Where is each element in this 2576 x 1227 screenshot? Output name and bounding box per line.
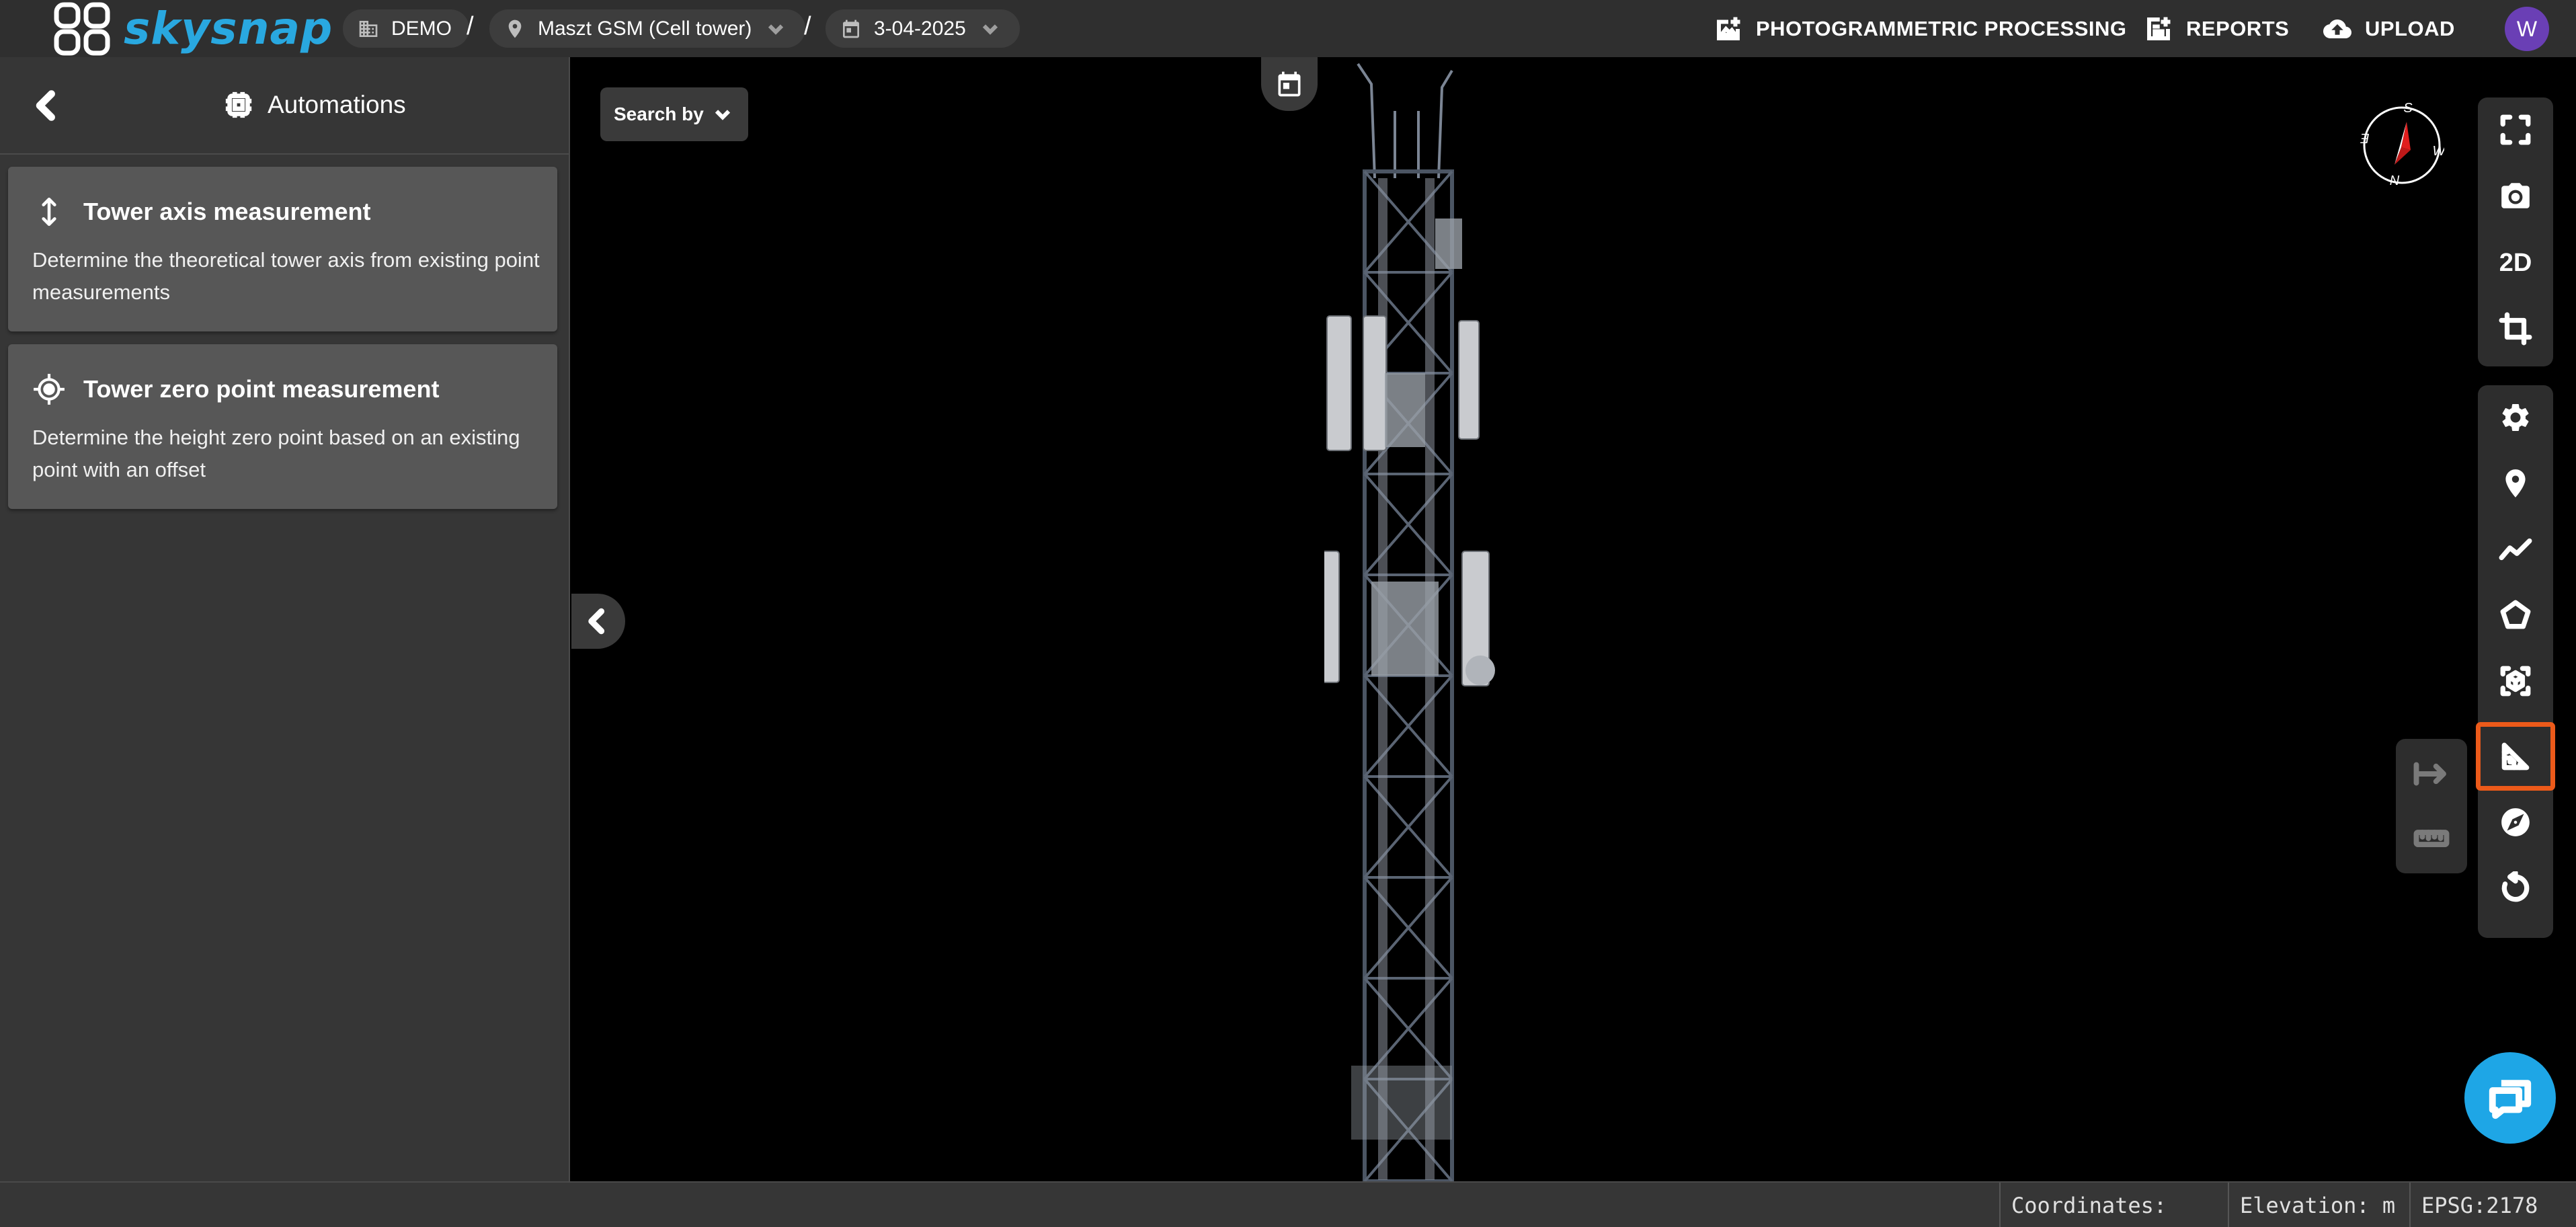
photogrammetric-processing-button[interactable]: PHOTOGRAMMETRIC PROCESSING [1714,0,2127,57]
breadcrumb-date-label: 3-04-2025 [874,17,966,40]
automation-card-zero-point[interactable]: Tower zero point measurement Determine t… [8,344,557,509]
compass-n: N [2390,173,2400,188]
panel-title: Automations [223,89,406,120]
chevron-down-icon [982,24,998,35]
breadcrumb-date[interactable]: 3-04-2025 [826,9,1020,48]
image-add-icon [1717,17,1740,40]
logo-mark-icon [54,2,110,55]
back-button[interactable] [30,88,65,123]
measurement-tool-button[interactable] [2476,722,2555,791]
panel-header: Automations [0,57,569,155]
cell-tower-point-cloud [1324,63,1495,1181]
polygon-icon [2500,600,2531,629]
compass-w: W [2433,144,2444,159]
timeline-calendar-button[interactable] [1261,57,1318,111]
volume-tool-button[interactable] [2478,649,2553,713]
search-by-label: Search by [614,104,704,124]
status-bar: Coordinates: Elevation: m EPSG:2178 [0,1181,2576,1227]
view-toolbar: 2D [2478,97,2553,366]
reports-button[interactable]: REPORTS [2144,0,2289,57]
calendar-icon [1278,71,1301,97]
polygon-tool-button[interactable] [2478,583,2553,647]
crosshair-icon [34,374,65,405]
camera-icon [2501,183,2530,208]
chat-support-button[interactable] [2464,1052,2556,1144]
reset-rotation-icon [2501,871,2530,902]
vertical-arrows-icon [42,197,56,227]
automations-panel: Automations Tower axis measurement Deter… [0,57,570,1181]
search-by-dropdown[interactable]: Search by [600,87,748,141]
calendar-icon [843,19,859,38]
point-tool-button[interactable] [2478,451,2553,516]
brand-name: skysnap [124,3,333,54]
map-pin-icon [508,19,522,38]
top-bar: skysnap DEMO / Maszt GSM (Cell tower) / … [0,0,2576,57]
elevation-readout: Elevation: m [2228,1183,2409,1227]
compass-widget[interactable]: S N E W [2360,103,2444,188]
2d-label: 2D [2499,248,2532,277]
reset-rotation-button[interactable] [2478,856,2553,920]
panel-title-label: Automations [268,91,406,118]
navigation-button[interactable] [2478,790,2553,855]
reports-label: REPORTS [2186,16,2290,40]
building-icon [359,20,378,37]
cube-icon [2500,666,2531,697]
card-title-label: Tower axis measurement [83,198,371,225]
compass-s: S [2403,103,2413,116]
card-title-label: Tower zero point measurement [83,375,440,403]
map-pin-icon [2505,469,2526,498]
chip-icon [225,91,252,118]
chevron-down-icon [768,24,784,35]
chevron-left-icon [36,90,55,121]
set-square-icon [2501,742,2530,770]
compass-icon [2501,808,2530,836]
breadcrumb-separator: / [467,12,474,40]
crop-icon [2499,312,2532,346]
chevron-left-icon [588,608,605,635]
measure-toolbar [2476,385,2555,938]
gear-icon [2502,404,2529,431]
settings-button[interactable] [2478,385,2553,450]
cloud-upload-icon [2323,19,2351,38]
3d-viewer[interactable]: Search by S N E W 2D [571,57,2576,1181]
crop-button[interactable] [2478,296,2553,361]
upload-button[interactable]: UPLOAD [2323,0,2455,57]
upload-label: UPLOAD [2365,16,2455,40]
collapse-panel-button[interactable] [571,594,625,649]
screenshot-button[interactable] [2478,163,2553,228]
chevron-down-icon [715,110,730,120]
measurement-subtools [2396,739,2467,873]
epsg-readout: EPSG:2178 [2409,1183,2576,1227]
breadcrumb-organization[interactable]: DEMO [343,9,469,48]
card-description: Determine the theoretical tower axis fro… [32,248,540,304]
report-icon [2147,17,2171,40]
card-title: Tower axis measurement [32,195,371,229]
ruler-icon [2413,830,2450,847]
breadcrumb-site[interactable]: Maszt GSM (Cell tower) [489,9,806,48]
ruler-tool-button[interactable] [2396,806,2467,871]
distance-tool-button[interactable] [2396,742,2467,806]
coordinates-readout: Coordinates: [1999,1183,2228,1227]
polyline-icon [2499,538,2532,561]
breadcrumb-site-label: Maszt GSM (Cell tower) [538,17,752,40]
compass-e: E [2360,130,2370,145]
polyline-tool-button[interactable] [2478,517,2553,582]
fullscreen-icon [2500,114,2531,145]
arrow-to-line-icon [2413,762,2446,786]
user-avatar[interactable]: W [2505,7,2549,51]
card-title: Tower zero point measurement [32,372,439,406]
app-logo[interactable]: skysnap [54,0,333,57]
card-description: Determine the height zero point based on… [32,426,520,481]
photogrammetric-processing-label: PHOTOGRAMMETRIC PROCESSING [1756,16,2127,40]
breadcrumb-organization-label: DEMO [391,17,452,40]
avatar-initial: W [2516,16,2538,41]
chat-icon [2489,1080,2532,1119]
automation-card-tower-axis[interactable]: Tower axis measurement Determine the the… [8,167,557,331]
2d-view-button[interactable]: 2D [2478,231,2553,295]
fullscreen-button[interactable] [2478,97,2553,162]
breadcrumb-separator: / [804,12,811,40]
